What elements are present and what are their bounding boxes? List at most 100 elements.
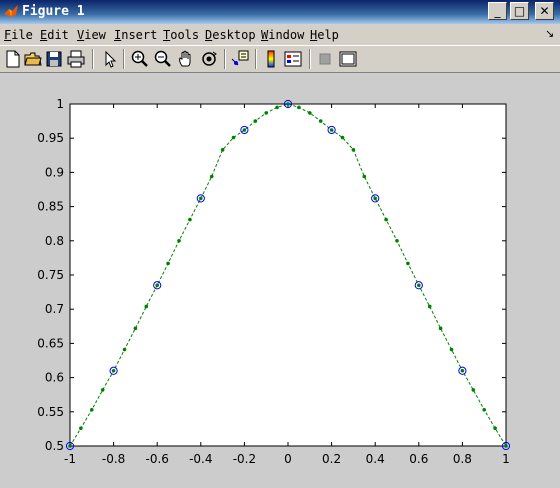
interpolation-dot [362, 174, 367, 179]
interpolation-dot [166, 261, 170, 266]
interpolation-dot [308, 111, 312, 115]
x-tick-label: 1 [502, 452, 510, 466]
toolbar-separator [123, 49, 125, 69]
x-tick-label: 0 [284, 452, 292, 466]
save-icon[interactable] [44, 49, 64, 69]
colorbar-icon[interactable] [261, 49, 281, 69]
minimize-button[interactable]: _ [488, 2, 507, 20]
legend-icon[interactable] [283, 49, 303, 69]
interpolation-dot [253, 119, 258, 123]
interpolation-dot [177, 239, 181, 243]
interpolation-dot [68, 444, 72, 448]
interpolation-dot [111, 368, 116, 373]
matlab-logo-icon [4, 5, 18, 17]
close-icon: ✕ [539, 4, 550, 18]
x-tick-label: -0.2 [233, 452, 256, 466]
y-tick-label: 0.65 [37, 336, 64, 350]
data-cursor-icon[interactable] [230, 49, 250, 69]
menu-file[interactable]: File [4, 28, 33, 42]
menu-bar: File Edit View Insert Tools Desktop Wind… [0, 24, 560, 46]
interpolation-dot [286, 102, 290, 106]
menu-tools[interactable]: Tools [163, 28, 199, 42]
maximize-button[interactable]: □ [510, 2, 529, 20]
interpolation-dot [373, 196, 378, 201]
rotate-3d-icon[interactable] [199, 49, 219, 69]
interpolation-dot [504, 444, 508, 448]
y-tick-label: 0.55 [37, 405, 64, 419]
x-tick-label: 0.6 [409, 452, 428, 466]
menu-window[interactable]: Window [261, 28, 304, 42]
interpolation-dot [264, 111, 269, 115]
zoom-out-icon[interactable] [153, 49, 173, 69]
y-tick-label: 0.5 [45, 439, 64, 453]
hide-plot-tools-icon[interactable] [315, 49, 335, 69]
interpolation-dot [122, 347, 127, 352]
toolbar-separator [309, 49, 311, 69]
y-tick-label: 0.9 [45, 165, 64, 179]
interpolation-dot [438, 326, 443, 331]
interpolation-dot [384, 217, 388, 222]
interpolation-dot [199, 196, 203, 201]
x-tick-label: 0.2 [322, 452, 341, 466]
interpolation-dot [329, 128, 334, 132]
interpolation-dot [471, 388, 476, 392]
interpolation-dot [395, 239, 399, 243]
x-tick-label: -0.6 [145, 452, 168, 466]
menu-view[interactable]: View [77, 28, 106, 42]
interpolation-dot [449, 347, 454, 352]
interpolation-dot [188, 217, 192, 222]
menu-edit[interactable]: Edit [40, 28, 69, 42]
interpolation-dot [351, 148, 356, 152]
x-tick-label: -0.8 [102, 452, 125, 466]
y-tick-label: 0.75 [37, 268, 64, 282]
interpolation-dot [79, 426, 83, 431]
interpolation-dot [220, 148, 225, 152]
interpolation-dot [340, 135, 345, 140]
plot-svg: -1 -0.8 -0.6 -0.4 -0.2 0 0.2 0.4 0.6 0.8 1 0.5 0.55 0… [37, 97, 511, 466]
open-folder-icon[interactable] [23, 49, 43, 69]
interpolation-dot [155, 283, 159, 288]
interpolation-dot [90, 407, 94, 412]
menu-help[interactable]: Help [310, 28, 339, 42]
interpolation-dot [144, 304, 149, 309]
zoom-in-icon[interactable] [130, 49, 150, 69]
pan-hand-icon[interactable] [176, 49, 196, 69]
pointer-icon[interactable] [100, 49, 120, 69]
interpolation-dot [242, 128, 247, 132]
y-tick-label: 0.6 [45, 371, 64, 385]
y-tick-label: 0.85 [37, 200, 64, 214]
x-tick-label: 0.4 [366, 452, 385, 466]
menu-desktop[interactable]: Desktop [205, 28, 256, 42]
y-tick-label: 1 [56, 97, 64, 111]
y-tick-label: 0.7 [45, 302, 64, 316]
interpolation-dot [231, 135, 236, 140]
interpolation-dot [133, 326, 138, 331]
y-tick-label: 0.8 [45, 234, 64, 248]
x-tick-label: 0.8 [453, 452, 472, 466]
interpolation-dot [209, 174, 214, 179]
figure-canvas: -1 -0.8 -0.6 -0.4 -0.2 0 0.2 0.4 0.6 0.8 1 0.5 0.55 0… [0, 73, 560, 485]
interpolation-dot [482, 407, 487, 412]
window-title: Figure 1 [22, 4, 85, 19]
y-tick-label: 0.95 [37, 131, 64, 145]
toolbar-separator [255, 49, 257, 69]
interpolation-dot [100, 388, 105, 392]
toolbar-separator [92, 49, 94, 69]
interpolation-dot [417, 283, 421, 288]
x-tick-label: -1 [64, 452, 76, 466]
interpolation-dot [297, 105, 301, 110]
interpolation-dot [406, 261, 410, 266]
axes-box[interactable] [69, 103, 507, 447]
interpolation-dot [318, 119, 323, 123]
new-file-icon[interactable] [3, 49, 23, 69]
interpolation-dot [275, 105, 279, 110]
title-bar: Figure 1 _ □ ✕ [0, 0, 560, 24]
toolbar [0, 46, 560, 73]
show-plot-tools-icon[interactable] [338, 49, 358, 69]
dock-arrow-icon[interactable]: ↘ [545, 27, 554, 40]
menu-insert[interactable]: Insert [114, 28, 157, 42]
close-button[interactable]: ✕ [535, 2, 554, 20]
print-icon[interactable] [66, 49, 86, 69]
interpolation-dot [460, 368, 465, 373]
maximize-icon: □ [513, 4, 526, 18]
